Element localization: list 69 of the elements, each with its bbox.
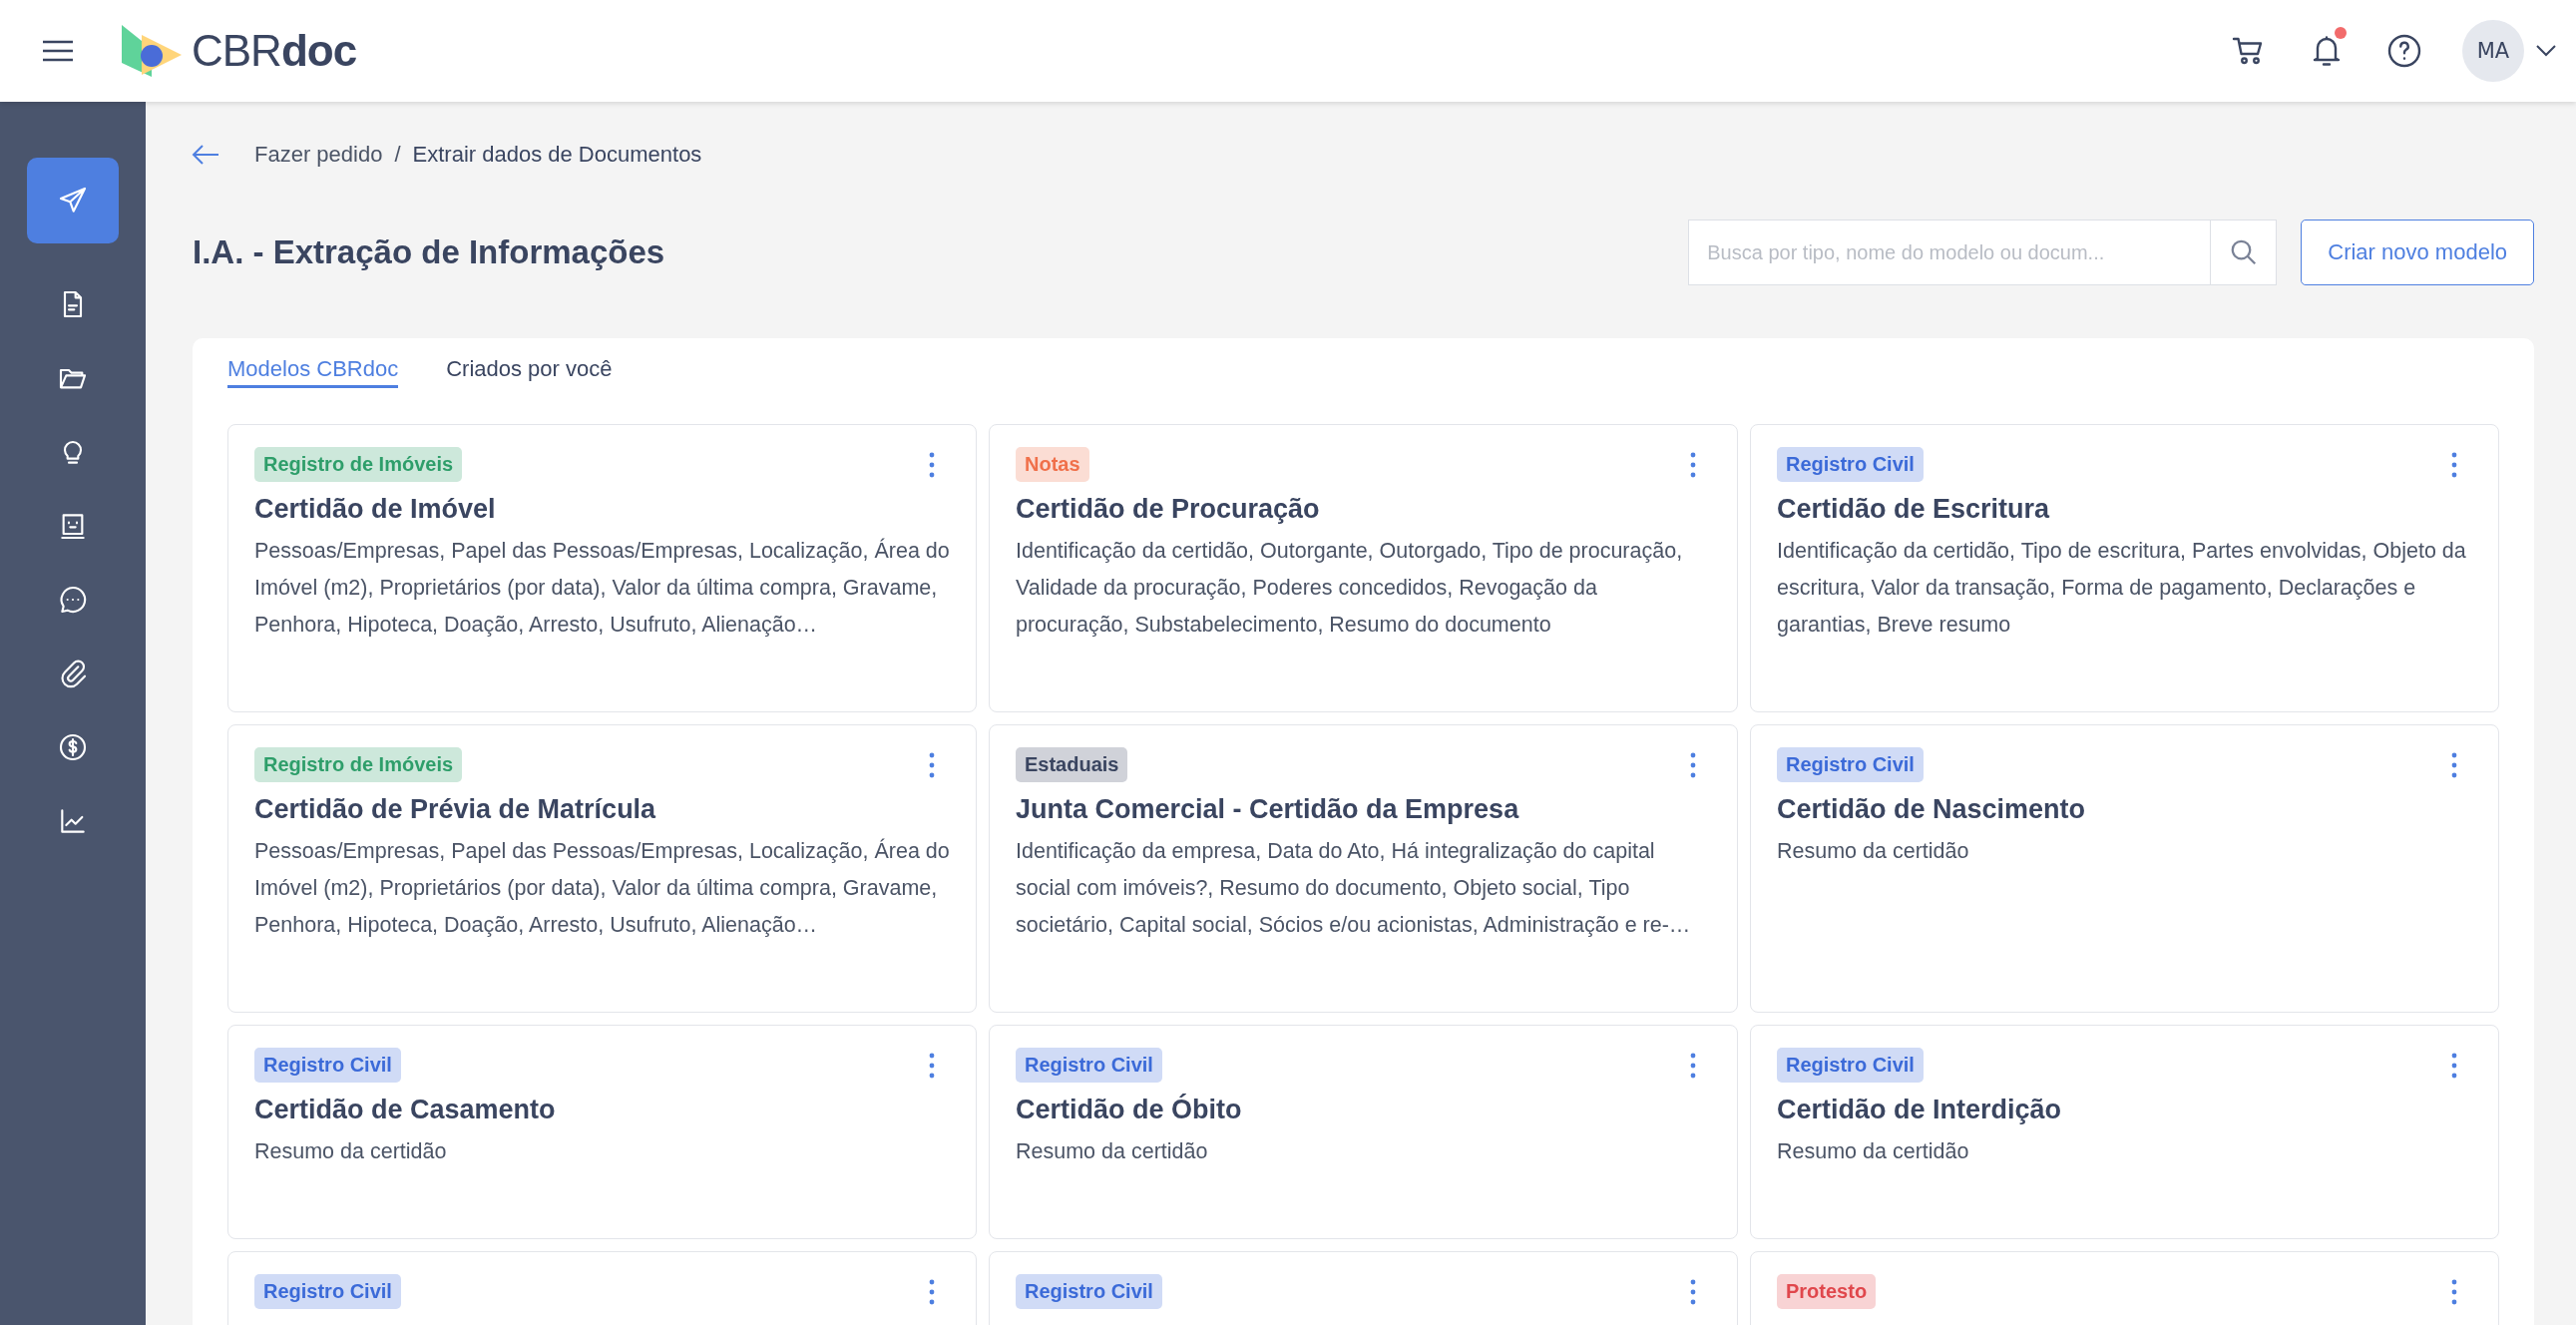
- category-tag: Registro Civil: [1016, 1048, 1162, 1083]
- more-options-icon[interactable]: [2450, 1278, 2458, 1305]
- model-card[interactable]: Registro Civil Certidão de Óbito Resumo da certidão: [989, 1025, 1738, 1239]
- card-description: Identificação da empresa, Data do Ato, Há integralização do capital social com imóveis?, Resumo do documento, Objeto social, Tipo societário, Capital social, Sócios e/ou acionistas, Administração e re-…: [1016, 838, 1692, 939]
- tab[interactable]: Modelos CBRdoc: [227, 356, 399, 388]
- card-title: Certidão de Escritura: [1777, 494, 2051, 525]
- category-tag: Estaduais: [1016, 747, 1128, 782]
- breadcrumb-separator: /: [394, 142, 401, 168]
- more-options-icon[interactable]: [1689, 451, 1697, 478]
- model-card[interactable]: [227, 424, 977, 712]
- model-card[interactable]: Registro Civil Certidão de Escritura Identificação da certidão, Tipo de escritura, Partes envolvidas, Objeto da escritura, Valor da transação, Forma de pagamento, Declarações e garantias, Breve resumo: [1750, 424, 2499, 712]
- card-description: Pessoas/Empresas, Papel das Pessoas/Empresas, Localização, Área do Imóvel (m2), Proprietários (por data), Valor da última compra, Gravame, Penhora, Hipoteca, Doação, Arresto, Usufruto, Alienação…: [254, 837, 950, 939]
- category-tag: Registro Civil: [254, 1048, 401, 1083]
- category-tag: Registro de Imóveis: [254, 747, 463, 782]
- card-title: Certidão de Óbito: [1016, 1095, 1243, 1125]
- more-options-icon[interactable]: [2450, 451, 2458, 478]
- more-options-icon[interactable]: [928, 1278, 936, 1305]
- category-tag: Registro Civil: [1777, 447, 1924, 482]
- card-description: Resumo da certidão: [1777, 838, 1970, 865]
- tab[interactable]: Criados por você: [446, 356, 613, 388]
- card-title: Certidão de Imóvel: [254, 494, 497, 525]
- search-button[interactable]: [2211, 220, 2278, 285]
- help-icon[interactable]: [2386, 33, 2422, 69]
- breadcrumb-link[interactable]: Fazer pedido: [254, 142, 383, 168]
- model-card[interactable]: [227, 724, 977, 1013]
- model-card[interactable]: Registro Civil Certidão de Interdição Resumo da certidão: [1750, 1025, 2499, 1239]
- chevron-down-icon[interactable]: [2536, 45, 2556, 57]
- page-title: I.A. - Extração de Informações: [193, 233, 666, 271]
- category-tag: Protesto: [1777, 1274, 1877, 1309]
- model-card[interactable]: [989, 424, 1738, 712]
- back-arrow-icon[interactable]: [191, 143, 220, 167]
- card-title: Certidão de Procuração: [1016, 494, 1321, 525]
- breadcrumb-current: Extrair dados de Documentos: [412, 142, 702, 168]
- card-title: Certidão de Casamento: [254, 1095, 557, 1125]
- more-options-icon[interactable]: [1689, 1052, 1697, 1079]
- card-description: Resumo da certidão: [1777, 1138, 1970, 1165]
- more-options-icon[interactable]: [928, 451, 936, 478]
- category-tag: Registro de Imóveis: [254, 447, 463, 482]
- card-description: Resumo da certidão: [254, 1138, 448, 1165]
- category-tag: Registro Civil: [1777, 747, 1924, 782]
- search-field[interactable]: Busca por tipo, nome do modelo ou docum...: [1688, 220, 2212, 285]
- more-options-icon[interactable]: [928, 1052, 936, 1079]
- model-card[interactable]: Registro Civil: [227, 1251, 977, 1325]
- user-avatar[interactable]: MA: [2462, 20, 2524, 82]
- card-description: Identificação da certidão, Tipo de escritura, Partes envolvidas, Objeto da escritura, Valor da transação, Forma de pagamento, Declarações e garantias, Breve resumo: [1777, 538, 2467, 639]
- card-description: Pessoas/Empresas, Papel das Pessoas/Empresas, Localização, Área do Imóvel (m2), Proprietários (por data), Valor da última compra, Gravame, Penhora, Hipoteca, Doação, Arresto, Usufruto, Alienação…: [254, 537, 950, 639]
- category-tag: Notas: [1016, 447, 1089, 482]
- create-model-button[interactable]: Criar novo modelo: [2301, 220, 2534, 285]
- model-card[interactable]: Registro Civil: [989, 1251, 1738, 1325]
- model-card[interactable]: Registro Civil Certidão de Casamento Resumo da certidão: [227, 1025, 977, 1239]
- card-title: Certidão de Prévia de Matrícula: [254, 794, 657, 825]
- card-title: Certidão de Nascimento: [1777, 794, 2087, 825]
- logo-icon: [122, 25, 182, 77]
- card-description: Identificação da certidão, Outorgante, Outorgado, Tipo de procuração, Validade da procuração, Poderes concedidos, Revogação da procuração, Substabelecimento, Resumo do documento: [1016, 538, 1684, 639]
- more-options-icon[interactable]: [1689, 1278, 1697, 1305]
- card-description: Resumo da certidão: [1016, 1138, 1209, 1165]
- card-title: Certidão de Interdição: [1777, 1095, 2063, 1125]
- more-options-icon[interactable]: [928, 751, 936, 778]
- model-card[interactable]: Registro Civil Certidão de Nascimento Resumo da certidão: [1750, 724, 2499, 1013]
- category-tag: Registro Civil: [254, 1274, 401, 1309]
- category-tag: Registro Civil: [1016, 1274, 1162, 1309]
- category-tag: Registro Civil: [1777, 1048, 1924, 1083]
- more-options-icon[interactable]: [1689, 751, 1697, 778]
- menu-icon[interactable]: [42, 40, 74, 62]
- more-options-icon[interactable]: [2450, 751, 2458, 778]
- more-options-icon[interactable]: [2450, 1052, 2458, 1079]
- model-card[interactable]: [989, 724, 1738, 1013]
- logo-text: CBRdoc: [192, 26, 357, 76]
- card-title: Junta Comercial - Certidão da Empresa: [1016, 794, 1520, 825]
